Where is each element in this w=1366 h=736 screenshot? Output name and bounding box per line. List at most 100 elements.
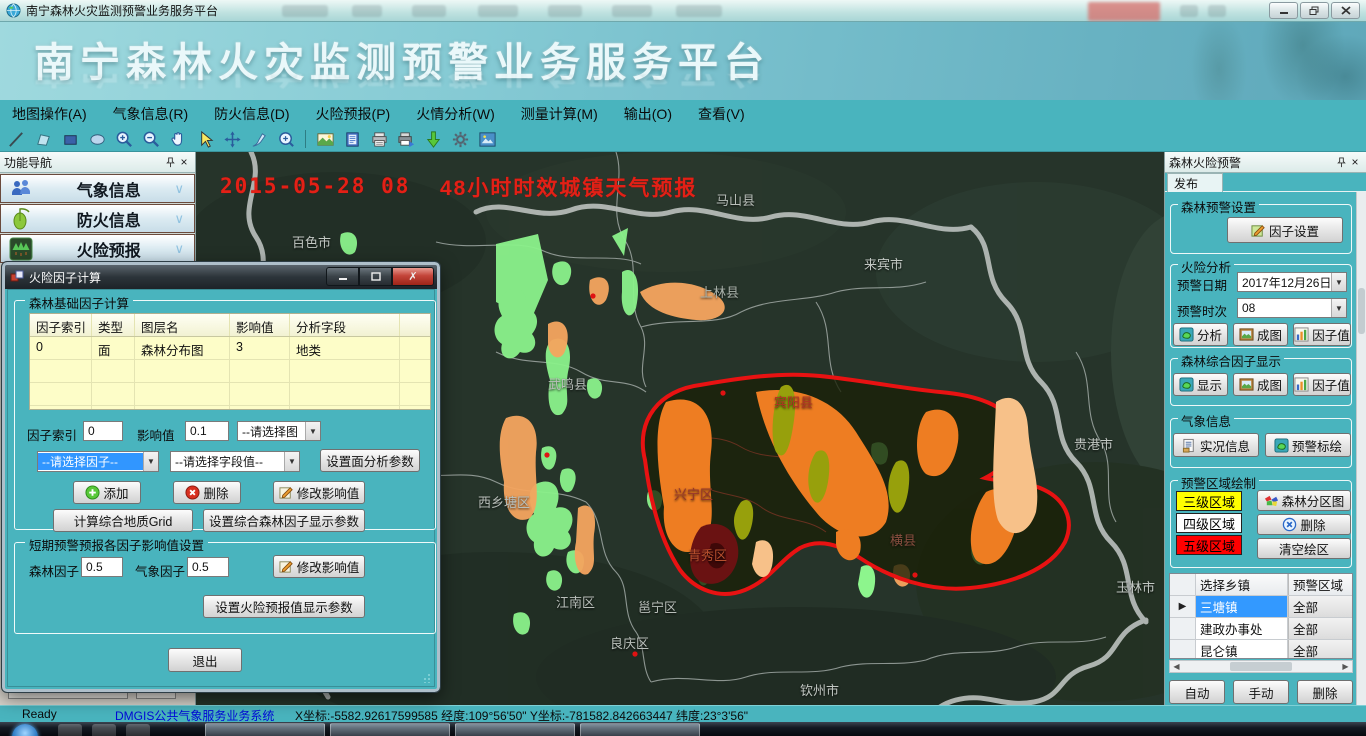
factor-table[interactable]: 因子索引类型图层名影响值分析字段0面森林分布图3地类 — [29, 313, 431, 410]
settings-gear-icon[interactable] — [450, 129, 470, 149]
taskbar-window-button[interactable] — [455, 723, 575, 736]
identify-brush-icon[interactable] — [249, 129, 269, 149]
row-selector[interactable] — [1170, 618, 1196, 639]
action-button-手动[interactable]: 手动 — [1233, 680, 1289, 704]
fire-factor-dialog[interactable]: 火险因子计算 ✗ 森林基础因子计算 因子索引类型图层名影响值分析字段0面森林分布… — [2, 262, 440, 692]
dialog-minimize-button[interactable] — [326, 267, 359, 286]
exit-button[interactable]: 退出 — [168, 648, 242, 672]
modify-impact-button[interactable]: 修改影响值 — [273, 481, 365, 504]
pan-hand-icon[interactable] — [168, 129, 188, 149]
scroll-left-arrow[interactable]: ◀ — [1170, 662, 1183, 671]
image-export-icon[interactable] — [315, 129, 335, 149]
printer-icon[interactable] — [369, 129, 389, 149]
scroll-right-arrow[interactable]: ▶ — [1339, 662, 1352, 671]
dialog-resize-grip[interactable] — [421, 673, 431, 683]
rectangle-tool-icon[interactable] — [60, 129, 80, 149]
chevron-down-icon[interactable]: ∨ — [174, 181, 184, 197]
start-button[interactable] — [12, 724, 38, 736]
pin-icon[interactable] — [163, 155, 177, 169]
zoom-layer-icon[interactable] — [276, 129, 296, 149]
modify-impact-button-2[interactable]: 修改影响值 — [273, 555, 365, 578]
action-button-删除[interactable]: 删除 — [1297, 680, 1353, 704]
weather-factor-input[interactable] — [187, 557, 229, 577]
factor-value-button[interactable]: 因子值 — [1293, 323, 1351, 346]
forest-factor-input[interactable] — [81, 557, 123, 577]
menu-item-火情分析(W)[interactable]: 火情分析(W) — [416, 104, 495, 124]
dialog-maximize-button[interactable] — [359, 267, 392, 286]
menu-item-地图操作(A)[interactable]: 地图操作(A) — [12, 104, 87, 124]
line-tool-icon[interactable] — [6, 129, 26, 149]
select-arrow-icon[interactable] — [195, 129, 215, 149]
sidebar-item-防火信息[interactable]: 防火信息∨ — [0, 204, 195, 233]
factor-index-input[interactable] — [83, 421, 123, 441]
row-selector[interactable] — [1170, 640, 1196, 659]
restore-button[interactable] — [1300, 2, 1329, 19]
sidebar-item-气象信息[interactable]: 气象信息∨ — [0, 174, 195, 203]
delete-factor-button[interactable]: 删除 — [173, 481, 241, 504]
table-row[interactable]: 建政办事处全部 — [1170, 618, 1352, 640]
add-factor-button[interactable]: 添加 — [73, 481, 141, 504]
action-button-自动[interactable]: 自动 — [1169, 680, 1225, 704]
make-map-button[interactable]: 成图 — [1233, 373, 1288, 396]
menu-item-测量计算(M)[interactable]: 测量计算(M) — [521, 104, 598, 124]
factor-settings-button[interactable]: 因子设置 — [1227, 217, 1343, 243]
close-button[interactable] — [1331, 2, 1360, 19]
make-map-button[interactable]: 成图 — [1233, 323, 1288, 346]
tab-publish[interactable]: 发布 — [1167, 173, 1223, 192]
warning-level-三级区域[interactable]: 三级区域 — [1176, 491, 1242, 511]
zoom-out-icon[interactable] — [141, 129, 161, 149]
taskbar-window-button[interactable] — [330, 723, 450, 736]
composite-display-params-button[interactable]: 设置综合森林因子显示参数 — [203, 509, 365, 532]
warning-plot-button[interactable]: 预警标绘 — [1265, 433, 1351, 457]
taskbar-window-button[interactable] — [580, 723, 700, 736]
chevron-down-icon[interactable]: ∨ — [174, 241, 184, 257]
warning-level-四级区域[interactable]: 四级区域 — [1176, 513, 1242, 533]
menu-item-火险预报(P)[interactable]: 火险预报(P) — [316, 104, 391, 124]
delete-drawing-button[interactable]: 删除 — [1257, 514, 1351, 535]
menu-item-防火信息(D)[interactable]: 防火信息(D) — [214, 104, 289, 124]
scrollbar-thumb[interactable] — [1358, 288, 1365, 334]
table-horizontal-scrollbar[interactable]: ◀ ▶ — [1169, 660, 1353, 673]
live-info-button[interactable]: 实况信息 — [1173, 433, 1259, 457]
town-cell[interactable]: 三塘镇 — [1196, 596, 1288, 617]
analyze-button[interactable]: 分析 — [1173, 323, 1228, 346]
dialog-title-bar[interactable]: 火险因子计算 ✗ — [5, 265, 437, 289]
warning-level-五级区域[interactable]: 五级区域 — [1176, 535, 1242, 555]
ellipse-tool-icon[interactable] — [87, 129, 107, 149]
sidebar-item-火险预报[interactable]: 火险预报∨ — [0, 234, 195, 263]
taskbar-icon[interactable] — [92, 724, 116, 736]
fire-forecast-display-params-button[interactable]: 设置火险预报值显示参数 — [203, 595, 365, 618]
print-export-icon[interactable] — [396, 129, 416, 149]
zoom-in-icon[interactable] — [114, 129, 134, 149]
polygon-tool-icon[interactable] — [33, 129, 53, 149]
windows-taskbar[interactable] — [0, 722, 1366, 736]
impact-value-input[interactable] — [185, 421, 229, 441]
area-dropdown-cell[interactable]: 全部 — [1288, 618, 1352, 639]
forest-zone-map-button[interactable]: 森林分区图 — [1257, 490, 1351, 511]
menu-item-查看(V)[interactable]: 查看(V) — [698, 104, 745, 124]
factor-value-button[interactable]: 因子值 — [1293, 373, 1351, 396]
warning-time-combo[interactable]: 08▼ — [1237, 298, 1347, 318]
menu-item-气象信息(R)[interactable]: 气象信息(R) — [113, 104, 188, 124]
clear-drawing-button[interactable]: 清空绘区 — [1257, 538, 1351, 559]
dialog-close-button[interactable]: ✗ — [392, 267, 434, 286]
map-document-icon[interactable] — [342, 129, 362, 149]
pan-arrows-icon[interactable] — [222, 129, 242, 149]
layer-combo[interactable]: --请选择图▼ — [237, 421, 321, 441]
table-row[interactable]: 昆仑镇全部 — [1170, 640, 1352, 659]
area-dropdown-cell[interactable]: 全部 — [1288, 596, 1352, 617]
menu-item-输出(O)[interactable]: 输出(O) — [624, 104, 672, 124]
table-row[interactable]: ▶三塘镇全部 — [1170, 596, 1352, 618]
factor-combo[interactable]: --请选择因子--▼ — [37, 451, 159, 472]
area-analysis-params-button[interactable]: 设置面分析参数 — [320, 449, 420, 472]
town-selection-table[interactable]: 选择乡镇预警区域▶三塘镇全部建政办事处全部昆仑镇全部全部 — [1169, 573, 1353, 659]
taskbar-window-button[interactable] — [205, 723, 325, 736]
close-icon[interactable]: × — [1348, 155, 1362, 169]
warning-date-combo[interactable]: 2017年12月26日▼ — [1237, 272, 1347, 292]
pin-icon[interactable] — [1334, 155, 1348, 169]
area-dropdown-cell[interactable]: 全部 — [1288, 640, 1352, 659]
download-arrow-icon[interactable] — [423, 129, 443, 149]
chevron-down-icon[interactable]: ∨ — [174, 211, 184, 227]
taskbar-icon[interactable] — [126, 724, 150, 736]
scrollbar-thumb[interactable] — [1230, 662, 1292, 671]
